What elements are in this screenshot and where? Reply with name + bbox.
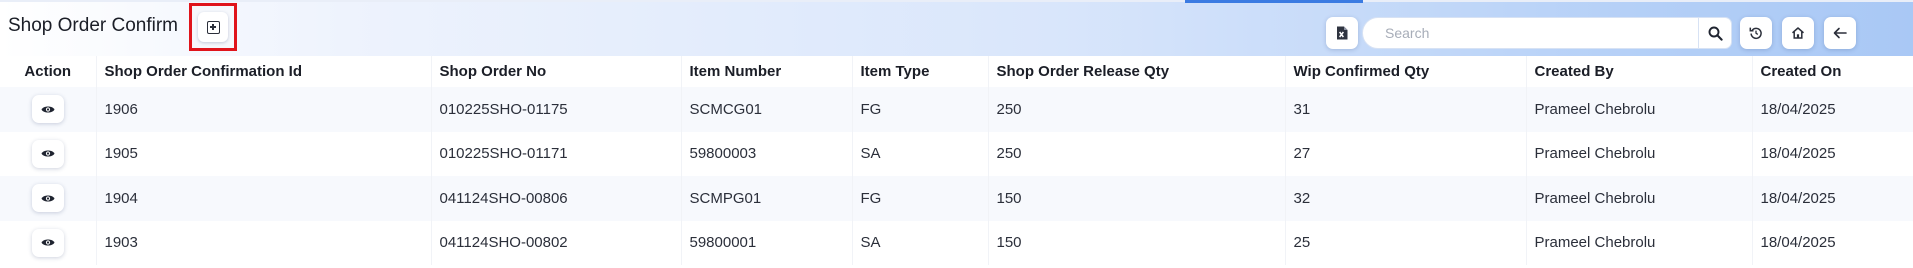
cell-item-number: SCMPG01 bbox=[681, 176, 853, 221]
column-header-release-qty[interactable]: Shop Order Release Qty bbox=[988, 56, 1286, 87]
cell-created-by: Prameel Chebrolu bbox=[1526, 131, 1753, 176]
refresh-icon bbox=[1749, 27, 1762, 40]
column-header-item-number[interactable]: Item Number bbox=[681, 56, 853, 87]
column-header-created-by[interactable]: Created By bbox=[1526, 56, 1753, 87]
cell-confirmation-id: 1905 bbox=[96, 131, 432, 176]
add-button-inner[interactable] bbox=[198, 12, 228, 42]
search-input[interactable] bbox=[1385, 18, 1685, 48]
table-header-row: Action Shop Order Confirmation Id Shop O… bbox=[0, 56, 1913, 87]
view-button[interactable] bbox=[31, 184, 64, 213]
table-row[interactable]: 1903 041124SHO-00802 59800001 SA 150 25 … bbox=[0, 220, 1913, 265]
cell-release-qty: 150 bbox=[988, 220, 1286, 265]
cell-release-qty: 150 bbox=[988, 176, 1286, 221]
view-button[interactable] bbox=[31, 228, 64, 257]
cell-release-qty: 250 bbox=[988, 87, 1286, 132]
active-tab-indicator bbox=[1185, 0, 1363, 3]
table-row[interactable]: 1906 010225SHO-01175 SCMCG01 FG 250 31 P… bbox=[0, 87, 1913, 132]
cell-created-on: 18/04/2025 bbox=[1752, 176, 1913, 221]
export-excel-button[interactable] bbox=[1326, 17, 1358, 49]
shop-order-confirmation-table: Action Shop Order Confirmation Id Shop O… bbox=[0, 56, 1913, 265]
add-button[interactable] bbox=[189, 3, 237, 51]
cell-shop-order-no: 010225SHO-01171 bbox=[431, 131, 682, 176]
cell-confirmation-id: 1906 bbox=[96, 87, 432, 132]
cell-shop-order-no: 041124SHO-00806 bbox=[431, 176, 682, 221]
cell-confirmation-id: 1904 bbox=[96, 176, 432, 221]
cell-release-qty: 250 bbox=[988, 131, 1286, 176]
refresh-button[interactable] bbox=[1740, 17, 1772, 49]
view-button[interactable] bbox=[31, 139, 64, 168]
action-cell bbox=[0, 131, 97, 176]
cell-wip-confirmed-qty: 32 bbox=[1285, 176, 1527, 221]
column-header-action: Action bbox=[0, 56, 97, 87]
action-cell bbox=[0, 87, 97, 132]
cell-created-on: 18/04/2025 bbox=[1752, 131, 1913, 176]
search-button[interactable] bbox=[1698, 17, 1732, 49]
cell-item-type: SA bbox=[852, 220, 989, 265]
eye-icon bbox=[41, 150, 55, 157]
excel-export-icon bbox=[1337, 26, 1348, 40]
cell-item-number: 59800003 bbox=[681, 131, 853, 176]
cell-item-type: SA bbox=[852, 131, 989, 176]
cell-wip-confirmed-qty: 31 bbox=[1285, 87, 1527, 132]
cell-shop-order-no: 041124SHO-00802 bbox=[431, 220, 682, 265]
eye-icon bbox=[41, 239, 55, 246]
column-header-wip-confirmed-qty[interactable]: Wip Confirmed Qty bbox=[1285, 56, 1527, 87]
cell-item-number: 59800001 bbox=[681, 220, 853, 265]
table-row[interactable]: 1905 010225SHO-01171 59800003 SA 250 27 … bbox=[0, 131, 1913, 176]
square-plus-icon bbox=[206, 20, 220, 34]
cell-shop-order-no: 010225SHO-01175 bbox=[431, 87, 682, 132]
home-button[interactable] bbox=[1782, 17, 1814, 49]
back-button[interactable] bbox=[1824, 17, 1856, 49]
column-header-created-on[interactable]: Created On bbox=[1752, 56, 1913, 87]
table-row[interactable]: 1904 041124SHO-00806 SCMPG01 FG 150 32 P… bbox=[0, 176, 1913, 221]
cell-wip-confirmed-qty: 25 bbox=[1285, 220, 1527, 265]
cell-created-by: Prameel Chebrolu bbox=[1526, 176, 1753, 221]
cell-item-type: FG bbox=[852, 176, 989, 221]
arrow-left-icon bbox=[1833, 27, 1847, 39]
cell-created-on: 18/04/2025 bbox=[1752, 87, 1913, 132]
page-title: Shop Order Confirm bbox=[8, 15, 179, 36]
home-icon bbox=[1792, 27, 1804, 39]
action-cell bbox=[0, 176, 97, 221]
eye-icon bbox=[41, 195, 55, 202]
cell-created-by: Prameel Chebrolu bbox=[1526, 87, 1753, 132]
view-button[interactable] bbox=[31, 95, 64, 124]
cell-wip-confirmed-qty: 27 bbox=[1285, 131, 1527, 176]
search-box bbox=[1362, 17, 1700, 49]
cell-item-number: SCMCG01 bbox=[681, 87, 853, 132]
header-top-border bbox=[0, 0, 1913, 2]
column-header-confirmation-id[interactable]: Shop Order Confirmation Id bbox=[96, 56, 432, 87]
cell-created-by: Prameel Chebrolu bbox=[1526, 220, 1753, 265]
cell-item-type: FG bbox=[852, 87, 989, 132]
search-icon bbox=[1708, 26, 1723, 41]
cell-created-on: 18/04/2025 bbox=[1752, 220, 1913, 265]
page-header: Shop Order Confirm bbox=[0, 0, 1913, 56]
eye-icon bbox=[41, 106, 55, 113]
cell-confirmation-id: 1903 bbox=[96, 220, 432, 265]
action-cell bbox=[0, 220, 97, 265]
column-header-item-type[interactable]: Item Type bbox=[852, 56, 989, 87]
column-header-shop-order-no[interactable]: Shop Order No bbox=[431, 56, 682, 87]
